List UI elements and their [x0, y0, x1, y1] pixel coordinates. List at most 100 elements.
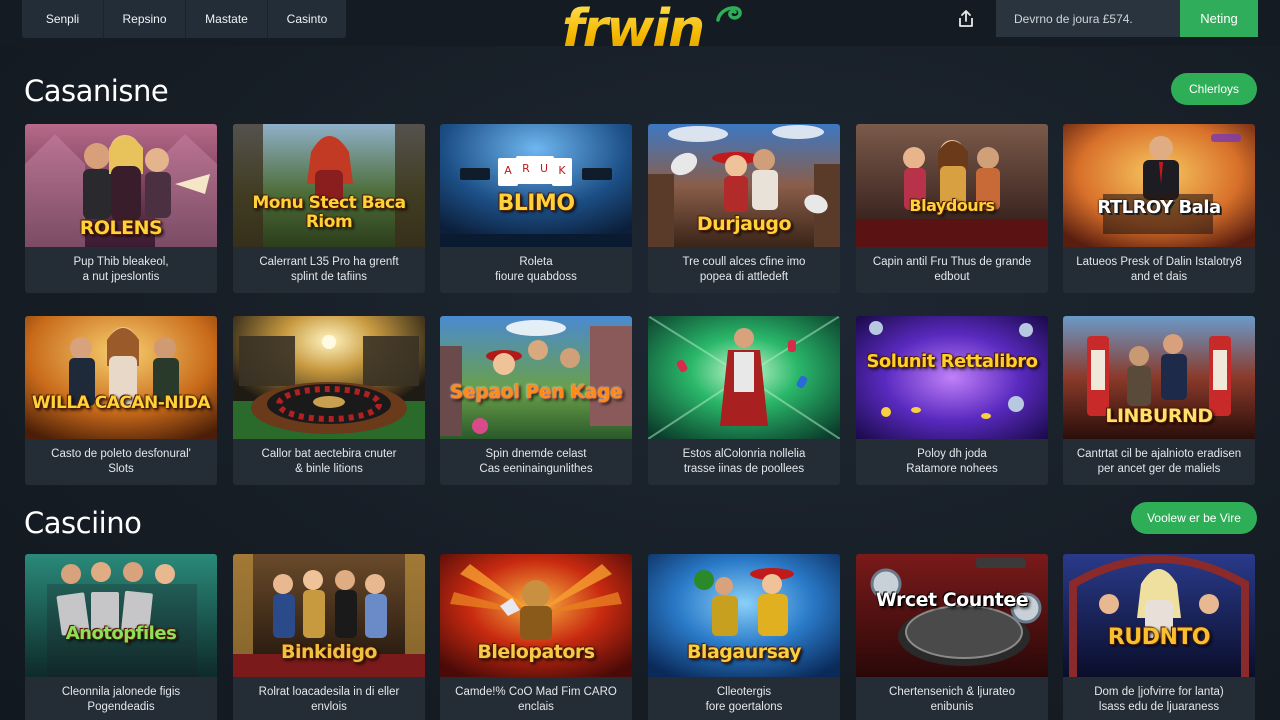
game-caption-line2: fore goertalons — [705, 701, 783, 713]
game-caption-line2: Ratamore nohees — [906, 463, 998, 475]
game-thumb-title: Blaydours — [909, 196, 995, 215]
game-card[interactable]: Callor bat aectebira cnuter & binle litio… — [233, 316, 425, 485]
game-caption-line1: Tre coull alces cfine imo — [682, 256, 806, 268]
game-caption: Poloy dh joda Ratamore nohees — [856, 439, 1048, 485]
game-card[interactable]: Binkidigo Rolrat loacadesila in di eller… — [233, 554, 425, 720]
game-thumbnail: Durjaugo — [648, 124, 840, 247]
game-caption: Pup Thib bleakeol, a nut jpeslontis — [25, 247, 217, 293]
game-thumbnail: Monu Stect Baca Riom — [233, 124, 425, 247]
section-title-casanisne: Casanisne — [24, 74, 169, 108]
nav-item-senpli[interactable]: Senpli — [22, 0, 104, 38]
game-card[interactable]: Wrcet Countee Chertensenich & ljurateo en… — [856, 554, 1048, 720]
svg-text:K: K — [558, 164, 566, 177]
game-thumb-title: Anotopfiles — [65, 623, 177, 644]
game-caption-line2: splint de tafiins — [290, 271, 368, 283]
svg-text:R: R — [522, 162, 530, 175]
game-card[interactable]: Solunit Rettalibro Poloy dh joda Ratamore… — [856, 316, 1048, 485]
game-thumbnail: LINBURND — [1063, 316, 1255, 439]
game-caption-line2: lsass edu de ljuaraness — [1098, 701, 1220, 713]
game-card[interactable]: Sepaol Pen Kage Spin dnemde celast Cas ee… — [440, 316, 632, 485]
game-caption-line1: Clleotergis — [716, 686, 772, 698]
game-card[interactable]: A R U K BLIMO Roleta fioure quabdoss — [440, 124, 632, 293]
logo-swirl-icon — [716, 6, 742, 22]
game-thumbnail: Solunit Rettalibro — [856, 316, 1048, 439]
game-caption-line1: Chertensenich & ljurateo — [889, 686, 1015, 698]
game-caption-line1: Cleonnila jalonede figis — [61, 686, 181, 698]
game-caption-line1: Capin antil Fru Thus de grande — [872, 256, 1032, 268]
game-thumbnail: ROLENS — [25, 124, 217, 247]
game-thumbnail: Sepaol Pen Kage — [440, 316, 632, 439]
game-thumbnail: Blagaursay — [648, 554, 840, 677]
game-thumb-title: BLIMO — [497, 191, 575, 216]
nav-item-mastate[interactable]: Mastate — [186, 0, 268, 38]
game-caption-line1: Latueos Presk of Dalin Istalotry8 — [1076, 256, 1242, 268]
game-thumbnail: RTLROY Bala — [1063, 124, 1255, 247]
game-thumb-title: RUDNTO — [1107, 625, 1211, 650]
game-card[interactable]: Anotopfiles Cleonnila jalonede figis Poge… — [25, 554, 217, 720]
game-thumb-title: Durjaugo — [696, 213, 792, 235]
game-caption-line1: Roleta — [519, 256, 553, 268]
game-card[interactable]: LINBURND Cantrtat cil be ajalnioto eradi… — [1063, 316, 1255, 485]
game-card[interactable]: Blagaursay Clleotergis fore goertalons — [648, 554, 840, 720]
section-view-all-button[interactable]: Voolew er be Vire — [1131, 502, 1257, 534]
game-caption: Latueos Presk of Dalin Istalotry8 and et … — [1063, 247, 1255, 293]
game-caption: Camde!% CoO Mad Fim CARO enclais — [440, 677, 632, 720]
game-caption: Cantrtat cil be ajalnioto eradisen per an… — [1063, 439, 1255, 485]
nav-item-repsino[interactable]: Repsino — [104, 0, 186, 38]
game-thumb-title: Monu Stect Baca Riom — [252, 193, 406, 232]
game-caption-line2: and et dais — [1130, 271, 1188, 283]
game-thumb-title: Wrcet Countee — [875, 589, 1029, 611]
game-caption-line1: Spin dnemde celast — [485, 448, 587, 460]
game-caption-line1: Callor bat aectebira cnuter — [261, 448, 397, 460]
game-thumbnail: Binkidigo — [233, 554, 425, 677]
game-caption-line2: & binle litions — [295, 463, 363, 475]
svg-text:U: U — [540, 162, 548, 175]
game-caption-line1: Calerrant L35 Pro ha grenft — [259, 256, 399, 268]
game-caption-line1: Estos alColonria nollelia — [682, 448, 806, 460]
game-card[interactable]: WILLA CACAN-NIDA Casto de poleto desfonu… — [25, 316, 217, 485]
game-caption: Dom de |jofvirre for lanta) lsass edu de … — [1063, 677, 1255, 720]
balance-search-field[interactable] — [996, 0, 1180, 37]
game-caption-line2: enclais — [518, 701, 554, 713]
game-caption: Spin dnemde celast Cas eeninaingunlithes — [440, 439, 632, 485]
game-card[interactable]: ROLENS Pup Thib bleakeol, a nut jpeslonti… — [25, 124, 217, 293]
game-caption-line2: Cas eeninaingunlithes — [479, 463, 593, 475]
brand-logo[interactable]: frwin — [562, 0, 752, 64]
game-caption-line1: Cantrtat cil be ajalnioto eradisen — [1076, 448, 1242, 460]
game-caption-line2: fioure quabdoss — [495, 271, 577, 283]
game-card[interactable]: Blelopators Camde!% CoO Mad Fim CARO encl… — [440, 554, 632, 720]
game-thumb-title: Blelopators — [477, 641, 595, 663]
game-card[interactable]: Estos alColonria nollelia trasse iinas de… — [648, 316, 840, 485]
game-caption-line1: Casto de poleto desfonural' — [51, 448, 191, 460]
game-thumb-title: RTLROY Bala — [1097, 197, 1221, 218]
game-caption: Clleotergis fore goertalons — [648, 677, 840, 720]
signup-button[interactable]: Neting — [1180, 0, 1258, 37]
game-caption-line1: Poloy dh joda — [917, 448, 987, 460]
game-thumbnail: Blaydours — [856, 124, 1048, 247]
game-card[interactable]: Monu Stect Baca Riom Calerrant L35 Pro h… — [233, 124, 425, 293]
game-caption-line2: trasse iinas de poollees — [683, 463, 805, 475]
game-thumbnail — [648, 316, 840, 439]
game-caption: Estos alColonria nollelia trasse iinas de… — [648, 439, 840, 485]
nav-item-casinto[interactable]: Casinto — [268, 0, 346, 38]
game-card[interactable]: Blaydours Capin antil Fru Thus de grande… — [856, 124, 1048, 293]
game-caption-line2: enibunis — [930, 701, 974, 713]
game-caption: Capin antil Fru Thus de grande edbout — [856, 247, 1048, 293]
game-thumbnail: Blelopators — [440, 554, 632, 677]
game-thumb-title: Blagaursay — [686, 641, 802, 663]
share-icon[interactable] — [955, 8, 977, 30]
game-thumb-title: ROLENS — [79, 217, 163, 239]
svg-text:A: A — [504, 164, 512, 177]
section-view-all-button[interactable]: Chlerloys — [1171, 73, 1257, 105]
game-thumbnail: Anotopfiles — [25, 554, 217, 677]
game-caption: Tre coull alces cfine imo popea di attled… — [648, 247, 840, 293]
game-thumb-title: Sepaol Pen Kage — [449, 381, 623, 403]
game-thumbnail — [233, 316, 425, 439]
game-card[interactable]: Durjaugo Tre coull alces cfine imo popea … — [648, 124, 840, 293]
top-header: Senpli Repsino Mastate Casinto frwin Net… — [0, 0, 1280, 58]
game-caption-line2: a nut jpeslontis — [82, 271, 160, 283]
game-card[interactable]: RTLROY Bala Latueos Presk of Dalin Istal… — [1063, 124, 1255, 293]
logo-text: frwin — [562, 0, 705, 59]
game-caption-line1: Dom de |jofvirre for lanta) — [1094, 686, 1224, 698]
game-card[interactable]: RUDNTO Dom de |jofvirre for lanta) lsass … — [1063, 554, 1255, 720]
